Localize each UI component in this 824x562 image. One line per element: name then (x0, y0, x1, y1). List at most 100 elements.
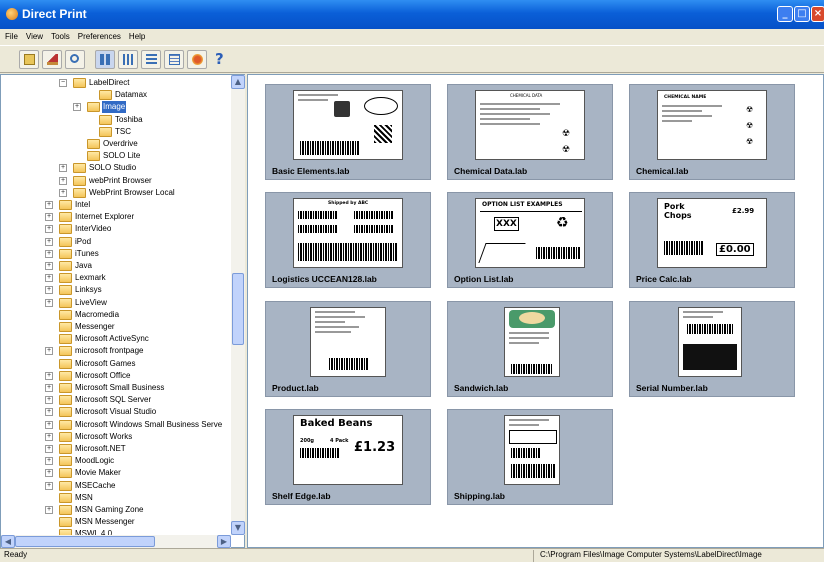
tree-item[interactable]: + Microsoft Windows Small Business Serve (1, 419, 231, 431)
tree-item[interactable]: + LiveView (1, 297, 231, 309)
tree-item[interactable]: + Microsoft SQL Server (1, 394, 231, 406)
tree-horizontal-scrollbar[interactable]: ◀ ▶ (1, 535, 231, 548)
scroll-right-button[interactable]: ▶ (217, 535, 231, 548)
minimize-button[interactable]: _ (777, 6, 793, 22)
close-button[interactable]: × (811, 6, 824, 22)
tree-expander[interactable]: + (59, 188, 67, 197)
tree-item[interactable]: + Microsoft Works (1, 431, 231, 443)
tree-expander[interactable]: + (45, 457, 53, 466)
tree-expander[interactable]: + (45, 225, 53, 234)
label-card-logistics[interactable]: Shipped by ABC Logistics UCCEAN128.lab (265, 192, 431, 288)
tree-expander[interactable]: + (45, 506, 53, 514)
menu-file[interactable]: File (2, 29, 21, 44)
tree-expander[interactable]: + (73, 103, 81, 112)
tree-expander[interactable]: + (45, 481, 53, 490)
tree-item[interactable]: + webPrint Browser (1, 175, 231, 187)
menu-tools[interactable]: Tools (48, 29, 73, 44)
tree-item[interactable]: + iTunes (1, 248, 231, 260)
label-card-shelf-edge[interactable]: Baked Beans 200g 4 Pack £1.23 Shelf Edge… (265, 409, 431, 505)
tree-item[interactable]: + Microsoft Visual Studio (1, 406, 231, 418)
tree-expander[interactable]: + (45, 445, 53, 453)
tree-expander[interactable]: + (45, 408, 53, 417)
tree-item[interactable]: + Image (1, 101, 231, 114)
tree-item[interactable]: + Microsoft Small Business (1, 382, 231, 394)
tree-expander[interactable]: + (45, 396, 53, 405)
tree-item[interactable]: MSWL 4.0 (1, 528, 231, 535)
tree-expander[interactable]: + (45, 298, 53, 307)
label-card-product[interactable]: Product.lab (265, 301, 431, 397)
tree-expander[interactable]: + (45, 237, 53, 246)
title-bar[interactable]: Direct Print _ □ × (0, 0, 824, 29)
tree-item[interactable]: + microsoft frontpage (1, 345, 231, 357)
tree-expander[interactable]: + (45, 249, 53, 258)
tree-item[interactable]: + iPod (1, 236, 231, 248)
tree-item[interactable]: + Lexmark (1, 272, 231, 284)
tree-item[interactable]: + Linksys (1, 284, 231, 296)
tree-item[interactable]: + Microsoft Office (1, 370, 231, 382)
scroll-down-button[interactable]: ▼ (231, 521, 245, 535)
label-card-shipping[interactable]: Shipping.lab (447, 409, 613, 505)
large-icons-view-button[interactable] (95, 50, 115, 69)
tree-item[interactable]: + Intel (1, 199, 231, 211)
horizontal-scroll-thumb[interactable] (15, 536, 155, 547)
label-card-basic-elements[interactable]: Basic Elements.lab (265, 84, 431, 180)
tree-vertical-scrollbar[interactable]: ▲ ▼ (231, 75, 245, 535)
tree-expander[interactable]: + (45, 347, 53, 356)
tree-item[interactable]: SOLO Lite (1, 150, 231, 162)
tree-item[interactable]: + SOLO Studio (1, 162, 231, 174)
tree-expander[interactable]: + (45, 201, 53, 209)
tree-item[interactable]: + Internet Explorer (1, 211, 231, 223)
scroll-left-button[interactable]: ◀ (1, 535, 15, 548)
tree-expander[interactable]: + (45, 286, 53, 295)
menu-preferences[interactable]: Preferences (75, 29, 124, 44)
tree-item[interactable]: Datamax (1, 89, 231, 101)
tree-item[interactable]: Messenger (1, 321, 231, 333)
scroll-up-button[interactable]: ▲ (231, 75, 245, 89)
label-card-chemical-data[interactable]: CHEMICAL DATA ☢ ☢ Chemical Data.lab (447, 84, 613, 180)
tree-item[interactable]: Overdrive (1, 138, 231, 150)
tree-expander[interactable]: + (45, 469, 53, 478)
tree-item[interactable]: Macromedia (1, 309, 231, 321)
label-card-serial-number[interactable]: Serial Number.lab (629, 301, 795, 397)
tree-expander[interactable]: + (45, 420, 53, 429)
tree-expander[interactable]: + (59, 176, 67, 185)
menu-view[interactable]: View (23, 29, 46, 44)
tree-item[interactable]: Microsoft Games (1, 358, 231, 370)
tree-expander[interactable]: − (59, 79, 67, 87)
label-card-chemical[interactable]: CHEMICAL NAME ☢ ☢ ☢ Chemical.lab (629, 84, 795, 180)
vertical-scroll-thumb[interactable] (232, 273, 244, 345)
search-button[interactable] (65, 50, 85, 69)
tree-expander[interactable]: + (45, 262, 53, 270)
tree-expander[interactable]: + (45, 432, 53, 441)
tree-item[interactable]: + Movie Maker (1, 467, 231, 479)
tree-item[interactable]: + InterVideo (1, 223, 231, 235)
list-view-button[interactable] (141, 50, 161, 69)
print-button[interactable] (187, 50, 207, 69)
label-card-option-list[interactable]: OPTION LIST EXAMPLES XXX ♻ Option List.l… (447, 192, 613, 288)
tree-expander[interactable]: + (45, 213, 53, 222)
tree-item[interactable]: + MSN Gaming Zone (1, 504, 231, 516)
small-icons-view-button[interactable] (118, 50, 138, 69)
home-button[interactable] (42, 50, 62, 69)
tree-item[interactable]: MSN (1, 492, 231, 504)
folder-tree[interactable]: − LabelDirect Datamax + Image Toshiba TSC Overd… (0, 74, 245, 548)
tree-expander[interactable]: + (45, 371, 53, 380)
menu-help[interactable]: Help (126, 29, 148, 44)
tree-item[interactable]: MSN Messenger (1, 516, 231, 528)
tree-item[interactable]: + Microsoft.NET (1, 443, 231, 455)
tree-item[interactable]: − LabelDirect (1, 77, 231, 89)
label-card-price-calc[interactable]: Pork Chops £2.99 £0.00 Price Calc.lab (629, 192, 795, 288)
tree-item[interactable]: + MoodLogic (1, 455, 231, 467)
tree-expander[interactable]: + (59, 164, 67, 173)
label-card-sandwich[interactable]: Sandwich.lab (447, 301, 613, 397)
help-button[interactable]: ? (210, 50, 230, 69)
tree-item[interactable]: Toshiba (1, 114, 231, 126)
tree-item[interactable]: Microsoft ActiveSync (1, 333, 231, 345)
tree-expander[interactable]: + (45, 384, 53, 392)
tree-expander[interactable]: + (45, 274, 53, 283)
details-view-button[interactable] (164, 50, 184, 69)
tree-item[interactable]: + WebPrint Browser Local (1, 187, 231, 199)
up-folder-button[interactable] (19, 50, 39, 69)
tree-item[interactable]: + Java (1, 260, 231, 272)
tree-item[interactable]: + MSECache (1, 480, 231, 492)
